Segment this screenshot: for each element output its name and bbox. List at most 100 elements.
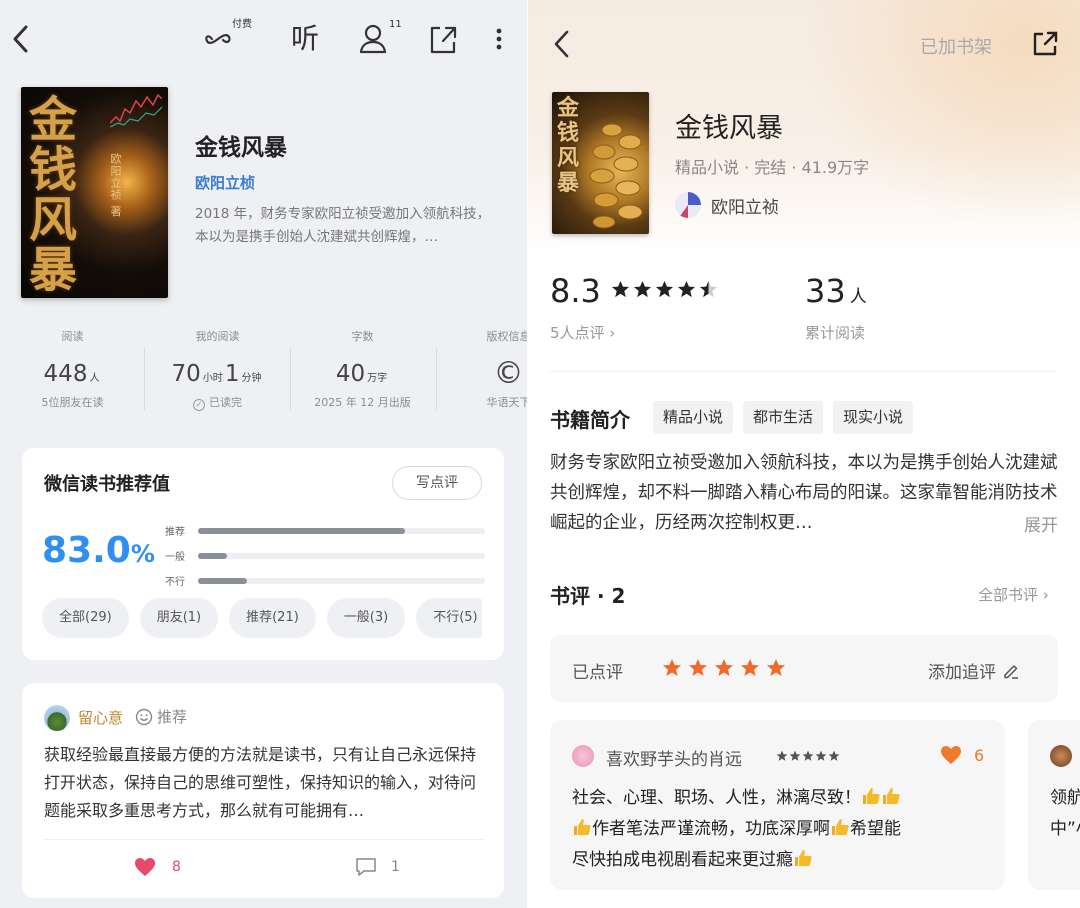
- filter-chip-average[interactable]: 一般(3): [326, 598, 406, 638]
- bar-row: 推荐: [165, 518, 485, 543]
- genre-tags: 精品小说 都市生活 现实小说: [653, 401, 914, 434]
- intro-text[interactable]: 财务专家欧阳立祯受邀加入领航科技，本以为是携手创始人沈建斌共创辉煌，却不料一脚踏…: [550, 448, 1060, 538]
- share-icon[interactable]: [427, 20, 457, 58]
- rating-count-link[interactable]: 5人点评 ›: [550, 322, 615, 343]
- thumbs-up-icon: [881, 786, 901, 806]
- listen-label: 听: [291, 22, 320, 55]
- comment-count: 1: [391, 859, 400, 875]
- genre-tag[interactable]: 精品小说: [653, 401, 734, 434]
- review-line: 作者笔法严谨流畅，功底深厚啊: [592, 819, 830, 839]
- like-button[interactable]: 8: [134, 857, 181, 877]
- cover-author: 欧阳立祯 著: [109, 153, 122, 218]
- bar-label: 推荐: [165, 527, 185, 538]
- like-button[interactable]: 6: [940, 745, 984, 765]
- stat-value: 40: [335, 361, 366, 387]
- star-icon: [663, 659, 681, 676]
- stat-copyright[interactable]: 版权信息 © 华语天下: [436, 328, 528, 410]
- readers-unit: 人: [849, 287, 867, 307]
- star-icon: [655, 280, 674, 298]
- book-title: 金钱风暴: [675, 113, 783, 144]
- review-text[interactable]: 获取经验最直接最方便的方法就是读书，只有让自己永远保持打开状态，保持自己的思维可…: [44, 741, 486, 825]
- stat-readers[interactable]: 阅读 448 人 5位朋友在读: [0, 328, 145, 410]
- stat-word-count[interactable]: 字数 40 万字 2025 年 12 月出版: [290, 328, 435, 410]
- heart-icon: [135, 858, 155, 876]
- star-icon: [699, 280, 718, 298]
- readers-value: 33: [805, 272, 846, 310]
- genre-tag[interactable]: 都市生活: [743, 401, 824, 434]
- review-card-next[interactable]: 领航中”小说: [1028, 720, 1080, 890]
- book-author-link[interactable]: 欧阳立祯: [675, 192, 779, 218]
- divider: [550, 371, 1056, 372]
- book-cover[interactable]: 金钱风暴 欧阳立祯 著: [21, 87, 168, 298]
- filter-chip-friends[interactable]: 朋友(1): [139, 598, 219, 638]
- paid-button[interactable]: 付费: [205, 20, 252, 58]
- percent-value: 83.0: [42, 530, 131, 571]
- more-icon[interactable]: [492, 20, 506, 58]
- filter-chip-all[interactable]: 全部(29): [42, 598, 129, 638]
- readers-button[interactable]: 11: [358, 20, 402, 58]
- filter-chip-bad[interactable]: 不行(5): [416, 598, 482, 638]
- book-description[interactable]: 2018 年，财务专家欧阳立祯受邀加入领航科技，本以为是携手创始人沈建斌共创辉煌…: [195, 203, 495, 249]
- avatar[interactable]: [572, 745, 594, 767]
- share-icon[interactable]: [1031, 30, 1059, 58]
- heart-icon: [941, 746, 961, 764]
- divider: [44, 839, 484, 840]
- like-count: 8: [172, 859, 181, 875]
- star-icon: [828, 750, 840, 761]
- book-cover[interactable]: 金钱风暴: [552, 92, 649, 234]
- recommend-bars: 推荐 一般 不行: [165, 518, 485, 593]
- stat-sub: 华语天下: [486, 396, 528, 409]
- review-username[interactable]: 喜欢野芋头的肖远: [606, 745, 742, 770]
- write-review-button[interactable]: 写点评: [392, 466, 482, 500]
- cover-chart-graphic: [110, 93, 162, 128]
- filter-chip-recommend[interactable]: 推荐(21): [229, 598, 316, 638]
- bar-fill: [198, 552, 227, 559]
- stat-sub: 已读完: [209, 396, 242, 409]
- bar-row: 不行: [165, 568, 485, 593]
- book-meta: 精品小说 · 完结 · 41.9万字: [675, 158, 870, 177]
- review-line: 社会、心理、职场、人性，淋漓尽致！: [572, 788, 861, 808]
- review-stars: [776, 750, 840, 762]
- like-count: 6: [974, 745, 985, 765]
- stat-hours: 70: [171, 361, 201, 387]
- stat-sub: 5位朋友在读: [41, 396, 104, 409]
- review-card[interactable]: 喜欢野芋头的肖远 6 社会、心理、职场、人性，淋漓尽致！ 作者笔法严谨流畅，功底…: [550, 720, 1005, 890]
- author-avatar-icon: [675, 192, 701, 218]
- review-tag: 推荐: [135, 706, 187, 727]
- review-username[interactable]: 留心意: [78, 707, 123, 728]
- expand-button[interactable]: 展开: [1018, 511, 1058, 536]
- star-icon: [677, 280, 696, 298]
- author-name: 欧阳立祯: [711, 197, 779, 218]
- add-followup-label: 添加追评: [928, 663, 996, 683]
- review-text[interactable]: 社会、心理、职场、人性，淋漓尽致！ 作者笔法严谨流畅，功底深厚啊 希望能 尽快拍成…: [572, 783, 992, 876]
- back-icon[interactable]: [550, 28, 574, 60]
- star-icon: [741, 659, 759, 676]
- thumbs-up-icon: [830, 817, 850, 837]
- avatar[interactable]: [1050, 745, 1072, 767]
- comment-button[interactable]: 1: [355, 857, 400, 877]
- thumbs-up-icon: [861, 786, 881, 806]
- review-card[interactable]: 留心意 推荐 获取经验最直接最方便的方法就是读书，只有让自己永远保持打开状态，保…: [22, 683, 504, 898]
- bar-row: 一般: [165, 543, 485, 568]
- avatar[interactable]: [44, 705, 70, 731]
- added-to-shelf-button[interactable]: 已加书架: [920, 33, 992, 59]
- back-icon[interactable]: [6, 22, 36, 56]
- recommend-title: 微信读书推荐值: [44, 474, 170, 495]
- stat-my-reading[interactable]: 我的阅读 70 小时1 分钟 ✓ 已读完: [145, 328, 290, 411]
- all-reviews-link[interactable]: 全部书评 ›: [978, 584, 1049, 605]
- genre-tag[interactable]: 现实小说: [833, 401, 914, 434]
- star-icon: [767, 659, 785, 676]
- recommend-card: 微信读书推荐值 写点评 83.0% 推荐 一般 不行 全部(29) 朋友(1) 推荐…: [22, 448, 504, 660]
- right-panel: 已加书架 金钱风暴 金钱风暴 精品小说 · 完结 · 41.9万字 欧阳立祯 8…: [528, 0, 1080, 908]
- my-rating-bar: 已点评 添加追评: [550, 635, 1058, 702]
- review-text-partial: 领航中”小说: [1050, 788, 1080, 839]
- rating-stars: [611, 280, 718, 299]
- readers-count: 11: [389, 19, 402, 30]
- bar-fill: [198, 527, 405, 534]
- recommend-percent: 83.0%: [42, 530, 155, 571]
- stat-label: 我的阅读: [195, 330, 240, 343]
- listen-button[interactable]: 听: [291, 20, 319, 58]
- comment-icon: [356, 858, 376, 876]
- book-author-link[interactable]: 欧阳立桢: [195, 172, 255, 193]
- add-followup-button[interactable]: 添加追评: [928, 658, 1020, 683]
